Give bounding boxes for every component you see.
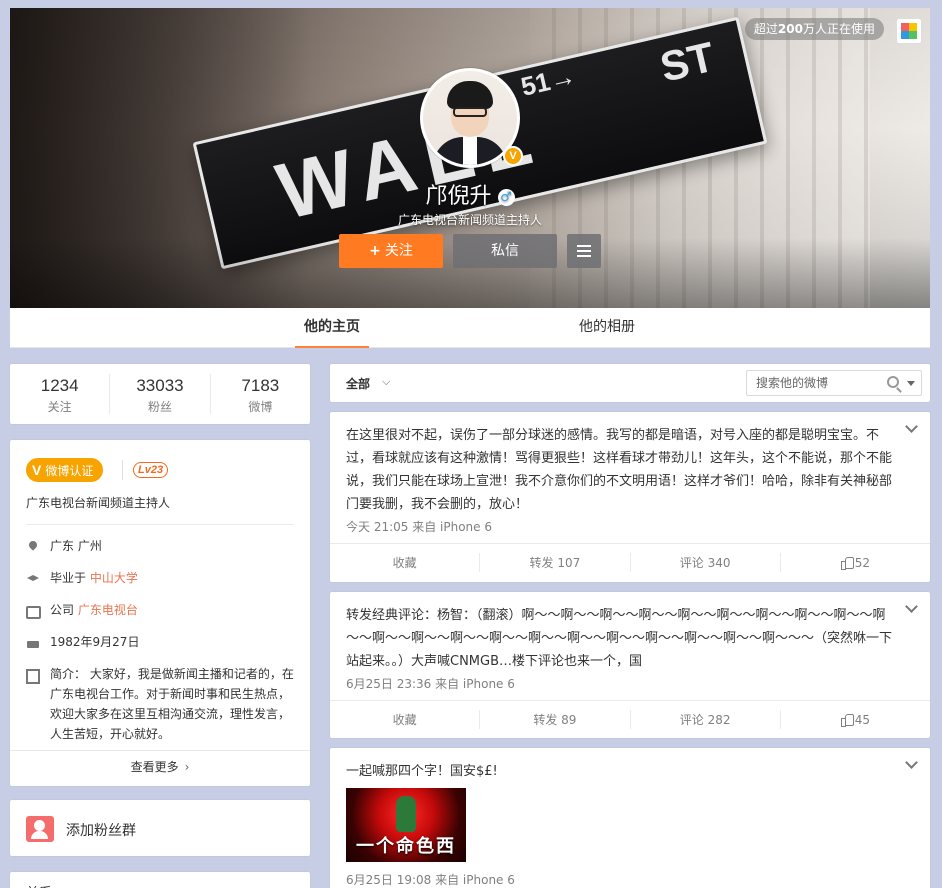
- sign-number: 51→: [518, 60, 579, 102]
- relationship-label: 关系: [26, 882, 52, 888]
- follow-button[interactable]: + 关注: [339, 234, 443, 268]
- birthday-cake-icon: [26, 635, 40, 649]
- info-birthday: 1982年9月27日: [26, 632, 294, 652]
- info-divider: [26, 524, 294, 525]
- menu-icon: [577, 242, 591, 260]
- thumbs-up-icon: [840, 713, 854, 727]
- post-meta[interactable]: 今天 21:05 来自 iPhone 6: [346, 518, 492, 535]
- info-bio: 简介： 大家好，我是做新闻主播和记者的，在广东电视台工作。对于新闻时事和民生热点…: [26, 664, 294, 744]
- bio-icon: [26, 667, 40, 681]
- comment-button[interactable]: 评论 340: [631, 553, 781, 572]
- sign-text2: ST: [655, 32, 719, 91]
- add-fans-group-label: 添加粉丝群: [66, 823, 136, 839]
- search-dropdown-icon[interactable]: [907, 381, 915, 386]
- search-input[interactable]: [756, 371, 886, 395]
- info-company: 公司 广东电视台: [26, 600, 294, 620]
- profile-info-card: V 微博认证 Lv23 广东电视台新闻频道主持人 广东 广州 毕业于 中山大学 公…: [10, 440, 310, 786]
- message-button[interactable]: 私信: [453, 234, 557, 268]
- feed-post: 在这里很对不起，误伤了一部分球迷的感情。我写的都是暗语，对号入座的都是聪明宝宝。…: [330, 412, 930, 582]
- company-link[interactable]: 广东电视台: [78, 603, 138, 617]
- feed-filter-bar: 全部 ⌵: [330, 364, 930, 402]
- post-actions: 收藏 转发 89 评论 282 45: [330, 700, 930, 738]
- profile-description: 广东电视台新闻频道主持人: [397, 213, 542, 227]
- stat-followers[interactable]: 33033 粉丝: [110, 374, 211, 414]
- tab-album[interactable]: 他的相册: [570, 308, 644, 348]
- player-figure: [396, 796, 416, 832]
- like-button[interactable]: 45: [781, 710, 930, 729]
- plus-icon: +: [369, 243, 381, 259]
- repost-button[interactable]: 转发 89: [480, 710, 631, 729]
- stats-card: 1234 关注 33033 粉丝 7183 微博: [10, 364, 310, 424]
- palette-icon: [901, 23, 917, 39]
- location-icon: [26, 539, 40, 553]
- view-more-link[interactable]: 查看更多 ›: [10, 758, 310, 775]
- post-meta[interactable]: 6月25日 23:36 来自 iPhone 6: [346, 675, 515, 692]
- post-text: 在这里很对不起，误伤了一部分球迷的感情。我写的都是暗语，对号入座的都是聪明宝宝。…: [346, 428, 893, 512]
- feed-search: [746, 370, 922, 396]
- more-divider: [10, 750, 310, 751]
- more-menu-button[interactable]: [567, 234, 601, 268]
- weibo-verified-badge[interactable]: V 微博认证: [26, 458, 104, 482]
- profile-tabs: 他的主页 他的相册: [10, 308, 930, 348]
- verified-title: 广东电视台新闻频道主持人: [26, 496, 171, 510]
- profile-cover: WALL 51→ ST 超过200万人正在使用 V 邝倪升 ♂ 广东电视台新闻频道…: [10, 8, 930, 308]
- chevron-right-icon: ›: [184, 760, 190, 774]
- users-count-badge[interactable]: 超过200万人正在使用: [744, 18, 884, 40]
- tab-home[interactable]: 他的主页: [295, 308, 369, 348]
- profile-name: 邝倪升: [425, 184, 492, 209]
- briefcase-icon: [26, 603, 40, 617]
- info-location: 广东 广州: [26, 536, 294, 556]
- post-menu-chevron-icon[interactable]: [907, 422, 916, 431]
- post-image-caption: 一个命色西: [356, 836, 456, 857]
- male-icon: ♂: [497, 188, 515, 206]
- post-menu-chevron-icon[interactable]: [907, 758, 916, 767]
- favorite-button[interactable]: 收藏: [330, 553, 481, 572]
- favorite-button[interactable]: 收藏: [330, 710, 481, 729]
- like-button[interactable]: 52: [781, 553, 930, 572]
- level-badge[interactable]: Lv23: [133, 462, 169, 478]
- info-education: 毕业于 中山大学: [26, 568, 294, 588]
- feed-post: 转发经典评论：杨智：（翻滚）啊～～啊～～啊～～啊～～啊～～啊～～啊～～啊～～啊～…: [330, 592, 930, 738]
- post-meta[interactable]: 6月25日 19:08 来自 iPhone 6: [346, 871, 515, 888]
- stat-weibo[interactable]: 7183 微博: [211, 374, 310, 414]
- graduation-cap-icon: [26, 571, 40, 585]
- verified-v-icon: V: [32, 462, 42, 478]
- comment-button[interactable]: 评论 282: [631, 710, 781, 729]
- verified-icon: V: [503, 146, 523, 166]
- profile-name-line: 邝倪升 ♂: [10, 178, 930, 210]
- relationship-card: 关系: [10, 872, 310, 888]
- add-fans-group-card[interactable]: 添加粉丝群: [10, 800, 310, 856]
- post-image[interactable]: 一个命色西: [346, 788, 466, 862]
- post-actions: 收藏 转发 107 评论 340 52: [330, 543, 930, 581]
- repost-button[interactable]: 转发 107: [480, 553, 631, 572]
- filter-all-dropdown[interactable]: 全部: [346, 375, 370, 392]
- thumbs-up-icon: [840, 556, 854, 570]
- search-icon[interactable]: [887, 376, 899, 388]
- feed-post: 一起喊那四个字！国安$£! 一个命色西 6月25日 19:08 来自 iPhon…: [330, 748, 930, 888]
- post-text: 一起喊那四个字！国安$£!: [346, 764, 498, 779]
- chevron-down-icon[interactable]: ⌵: [382, 375, 390, 389]
- skin-button[interactable]: [896, 18, 922, 44]
- post-menu-chevron-icon[interactable]: [907, 602, 916, 611]
- fans-group-icon: [26, 816, 54, 842]
- badge-divider: [122, 460, 123, 480]
- school-link[interactable]: 中山大学: [90, 571, 138, 585]
- stat-following[interactable]: 1234 关注: [10, 374, 111, 414]
- post-text: 转发经典评论：杨智：（翻滚）啊～～啊～～啊～～啊～～啊～～啊～～啊～～啊～～啊～…: [346, 608, 893, 669]
